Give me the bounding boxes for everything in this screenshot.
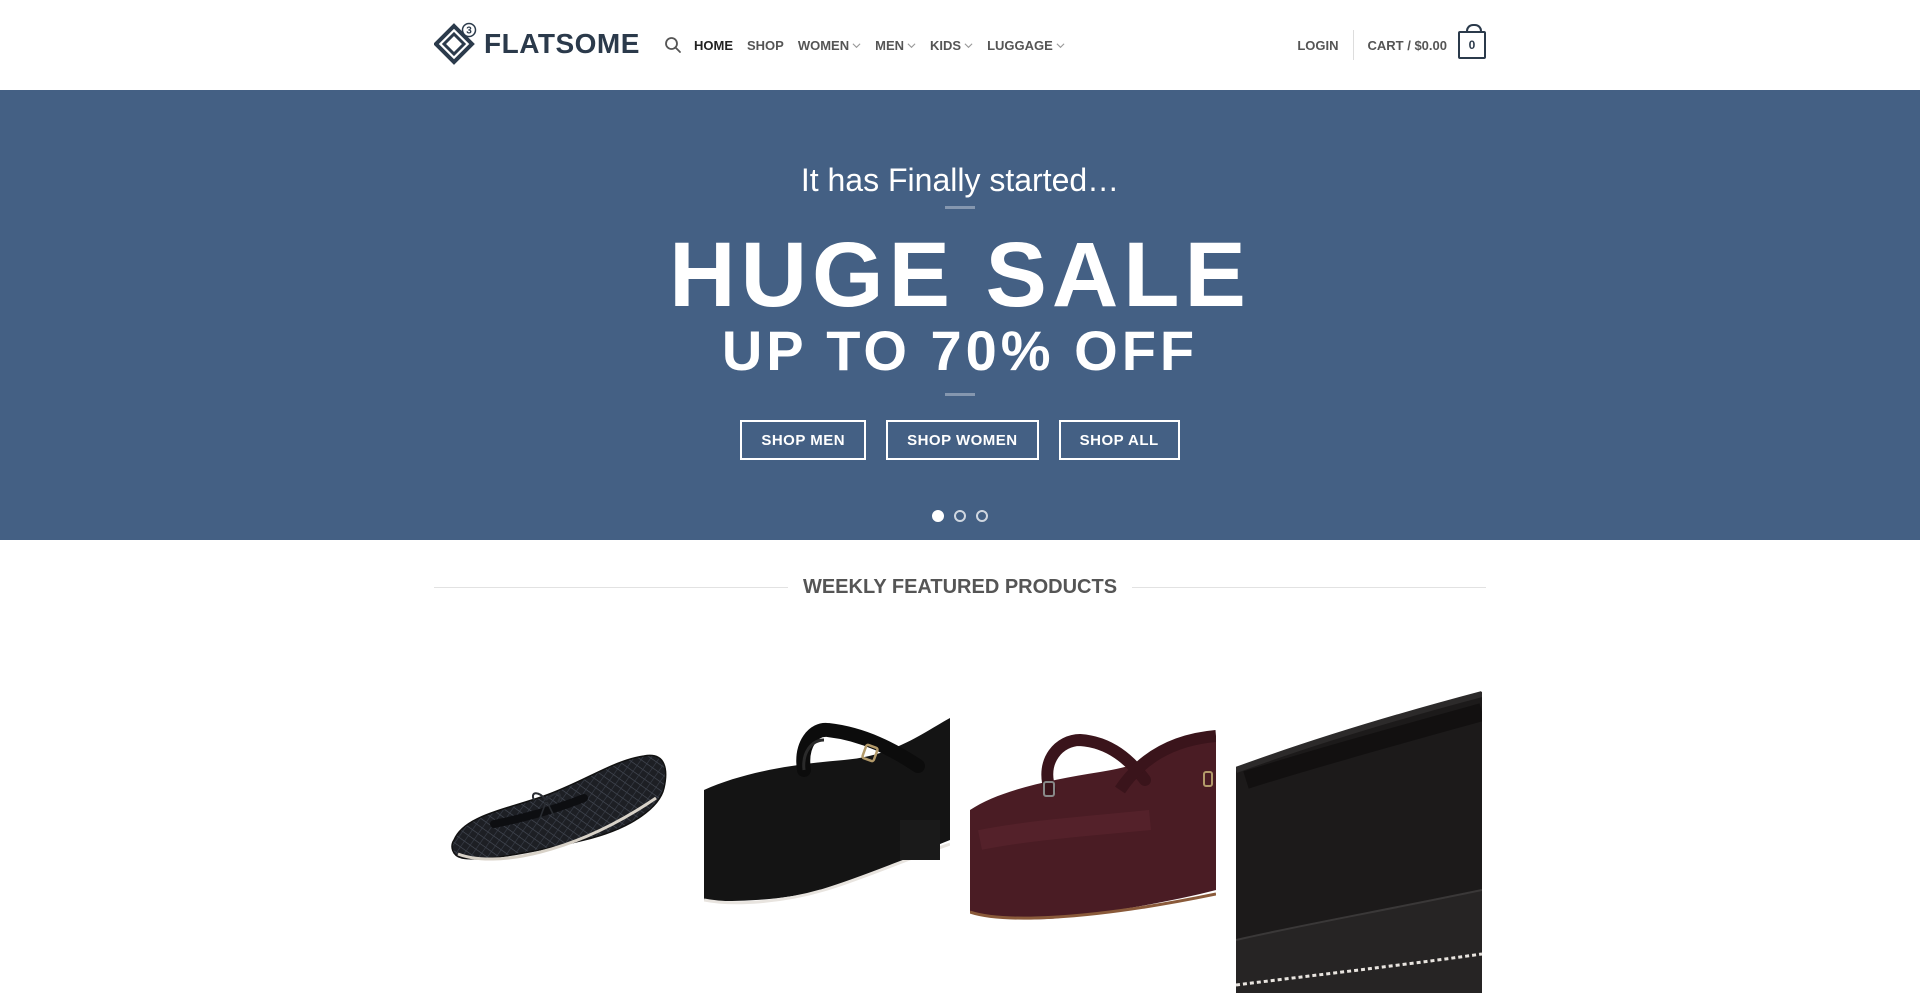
product-card[interactable] <box>434 640 680 993</box>
hero-buttons: SHOP MEN SHOP WOMEN SHOP ALL <box>0 420 1920 460</box>
hero-divider <box>945 206 975 209</box>
black-suede-flat-closeup-image <box>1236 691 1482 993</box>
nav-item-label: KIDS <box>930 37 962 53</box>
header-account: LOGIN CART / $0.00 0 <box>1297 0 1486 90</box>
product-card[interactable] <box>1236 640 1482 993</box>
nav-item-label: HOME <box>694 37 733 53</box>
section-title: WEEKLY FEATURED PRODUCTS <box>802 575 1118 598</box>
header-inner: 3 FLATSOME HOME SHOP WOMEN MEN KIDS LUGG… <box>434 0 1486 90</box>
burgundy-suede-mary-jane-image <box>970 730 1216 920</box>
hero-tagline: It has Finally started… <box>800 162 1120 198</box>
search-icon[interactable] <box>664 36 682 54</box>
nav-item-label: SHOP <box>747 37 784 53</box>
black-woven-ballet-flat-image <box>451 754 667 861</box>
heading-rule <box>434 586 788 588</box>
nav-item-label: MEN <box>875 37 905 53</box>
slider-dot-1[interactable] <box>932 510 944 522</box>
hero-title: HUGE SALE <box>669 224 1251 326</box>
nav-item-label: LUGGAGE <box>987 37 1053 53</box>
logo-mark-icon: 3 <box>434 22 477 65</box>
logo-text: FLATSOME <box>484 28 640 59</box>
product-card[interactable] <box>704 640 950 993</box>
product-grid <box>434 640 1486 993</box>
shop-men-button[interactable]: SHOP MEN <box>740 420 867 460</box>
login-link[interactable]: LOGIN <box>1297 38 1338 53</box>
nav-item-home[interactable]: HOME <box>694 38 733 53</box>
chevron-down-icon <box>852 42 861 48</box>
cart-label: CART / $0.00 <box>1367 37 1447 53</box>
site-logo[interactable]: 3 FLATSOME <box>434 22 640 66</box>
product-card[interactable] <box>970 640 1216 993</box>
chevron-down-icon <box>1056 42 1065 48</box>
header-divider <box>1352 30 1354 60</box>
slider-dot-2[interactable] <box>954 510 966 522</box>
nav-item-women[interactable]: WOMEN <box>798 38 861 53</box>
logo-badge: 3 <box>466 26 472 37</box>
slider-dots <box>0 510 1920 522</box>
nav-item-luggage[interactable]: LUGGAGE <box>987 38 1065 53</box>
cart-count-badge: 0 <box>1458 24 1486 59</box>
shop-women-button[interactable]: SHOP WOMEN <box>886 420 1039 460</box>
cart-link[interactable]: CART / $0.00 0 <box>1367 24 1486 59</box>
hero-banner: It has Finally started… HUGE SALE UP TO … <box>0 90 1920 540</box>
nav-item-kids[interactable]: KIDS <box>930 38 973 53</box>
nav-item-men[interactable]: MEN <box>875 38 916 53</box>
shop-all-button[interactable]: SHOP ALL <box>1058 420 1180 460</box>
nav-item-label: WOMEN <box>797 37 850 53</box>
chevron-down-icon <box>907 42 916 48</box>
featured-heading: WEEKLY FEATURED PRODUCTS <box>434 572 1487 602</box>
black-suede-mary-jane-image <box>704 718 950 905</box>
site-header: 3 FLATSOME HOME SHOP WOMEN MEN KIDS LUGG… <box>0 0 1920 90</box>
hero-divider <box>945 393 975 396</box>
slider-dot-3[interactable] <box>976 510 988 522</box>
heading-rule <box>1132 586 1487 588</box>
main-nav: HOME SHOP WOMEN MEN KIDS LUGGAGE <box>664 0 1079 90</box>
chevron-down-icon <box>964 42 973 48</box>
hero-subtitle: UP TO 70% OFF <box>721 319 1199 382</box>
nav-item-shop[interactable]: SHOP <box>747 38 784 53</box>
